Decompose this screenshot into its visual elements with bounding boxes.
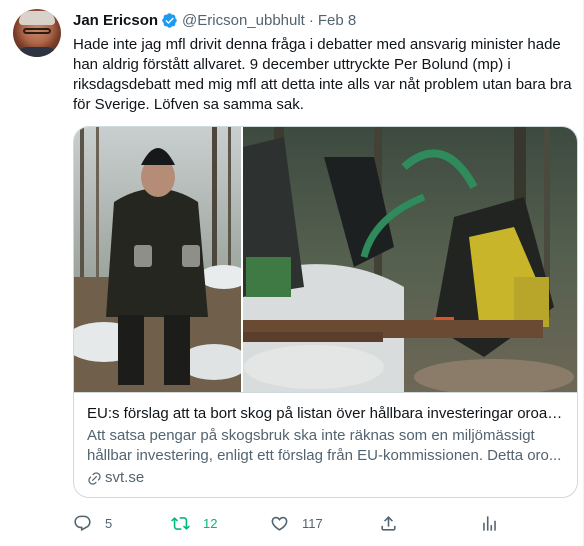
tweet-header: Jan Ericson @Ericson_ubbhult · Feb 8: [73, 10, 356, 30]
analytics-icon: [483, 515, 496, 531]
header-separator: ·: [308, 11, 314, 29]
like-button[interactable]: 117: [270, 512, 323, 534]
reply-icon: [74, 515, 91, 531]
reply-count: 5: [105, 515, 113, 531]
author-display-name[interactable]: Jan Ericson: [73, 12, 158, 29]
forestry-harvester-photo: [74, 127, 577, 392]
tweet-actions: 5 12 117: [73, 512, 513, 534]
retweet-button[interactable]: 12: [171, 512, 217, 534]
avatar[interactable]: [13, 9, 61, 57]
share-button[interactable]: [379, 512, 398, 534]
retweet-icon: [171, 516, 190, 530]
tweet-date[interactable]: Feb 8: [318, 12, 356, 29]
author-handle[interactable]: @Ericson_ubbhult: [182, 12, 305, 29]
reply-button[interactable]: 5: [73, 512, 112, 534]
retweet-count: 12: [203, 515, 218, 531]
verified-badge-icon: [162, 12, 177, 28]
card-image[interactable]: [74, 127, 577, 392]
card-domain-label: svt.se: [105, 469, 145, 486]
like-icon: [271, 516, 288, 531]
link-icon: [88, 471, 101, 485]
share-icon: [381, 515, 396, 531]
card-domain[interactable]: svt.se: [87, 468, 563, 488]
tweet[interactable]: Jan Ericson @Ericson_ubbhult · Feb 8 Had…: [0, 0, 584, 546]
like-count: 117: [302, 515, 323, 531]
analytics-button[interactable]: [480, 512, 499, 534]
card-title[interactable]: EU:s förslag att ta bort skog på listan …: [87, 404, 563, 424]
card-description: Att satsa pengar på skogsbruk ska inte r…: [87, 427, 562, 464]
card-body[interactable]: EU:s förslag att ta bort skog på listan …: [74, 392, 577, 497]
link-card[interactable]: EU:s förslag att ta bort skog på listan …: [73, 126, 578, 498]
tweet-text: Hade inte jag mfl drivit denna fråga i d…: [73, 36, 572, 113]
